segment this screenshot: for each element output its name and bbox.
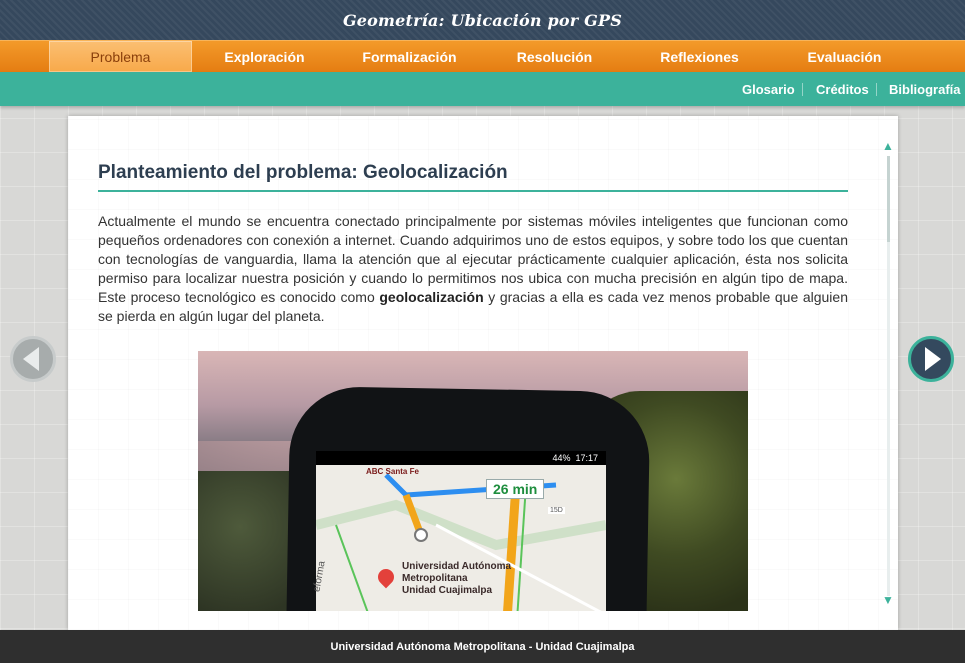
tab-formalizacion[interactable]: Formalización bbox=[338, 41, 481, 72]
intro-paragraph: Actualmente el mundo se encuentra conect… bbox=[98, 212, 848, 326]
subnav-divider bbox=[876, 83, 877, 96]
geolocation-photo: 44% 17:17 ABC Santa Fe 26 min Universida… bbox=[198, 351, 748, 611]
footer-text: Universidad Autónoma Metropolitana - Uni… bbox=[330, 640, 635, 653]
scroll-up-icon[interactable]: ▲ bbox=[882, 140, 894, 152]
street-label: ABC Santa Fe bbox=[366, 467, 419, 476]
highlight-term: geolocalización bbox=[379, 289, 484, 305]
creditos-link[interactable]: Créditos bbox=[816, 72, 869, 106]
sub-nav: Glosario Créditos Bibliografía bbox=[0, 72, 965, 106]
page-title: Planteamiento del problema: Geolocalizac… bbox=[98, 162, 848, 192]
footer: Universidad Autónoma Metropolitana - Uni… bbox=[0, 630, 965, 663]
tab-evaluacion[interactable]: Evaluación bbox=[773, 41, 916, 72]
previous-page-button[interactable] bbox=[10, 336, 56, 382]
clock-time: 17:17 bbox=[575, 453, 598, 463]
phone-status-bar: 44% 17:17 bbox=[316, 451, 606, 465]
tab-exploracion[interactable]: Exploración bbox=[193, 41, 336, 72]
bibliografia-link[interactable]: Bibliografía bbox=[889, 72, 961, 106]
glosario-link[interactable]: Glosario bbox=[742, 72, 795, 106]
phone-screen: 44% 17:17 ABC Santa Fe 26 min Universida… bbox=[311, 451, 606, 611]
route-badge: 15D bbox=[548, 507, 565, 514]
tab-reflexiones[interactable]: Reflexiones bbox=[628, 41, 771, 72]
battery-level: 44% bbox=[552, 453, 571, 463]
content-panel: Planteamiento del problema: Geolocalizac… bbox=[68, 116, 898, 630]
arrow-left-icon bbox=[23, 347, 39, 371]
eta-badge: 26 min bbox=[486, 479, 545, 499]
app-title: Geometría: Ubicación por GPS bbox=[342, 10, 623, 30]
next-page-button[interactable] bbox=[908, 336, 954, 382]
arrow-right-icon bbox=[925, 347, 941, 371]
app-header: Geometría: Ubicación por GPS bbox=[0, 0, 965, 40]
scroll-down-icon[interactable]: ▼ bbox=[882, 594, 894, 606]
subnav-divider bbox=[802, 83, 803, 96]
main-nav: Problema Exploración Formalización Resol… bbox=[0, 40, 965, 72]
scrollbar-thumb[interactable] bbox=[887, 156, 890, 242]
tab-resolucion[interactable]: Resolución bbox=[483, 41, 626, 72]
location-dot bbox=[414, 528, 428, 542]
tab-problema[interactable]: Problema bbox=[49, 41, 192, 72]
map-place-label: Universidad Autónoma Metropolitana Unida… bbox=[402, 561, 512, 596]
